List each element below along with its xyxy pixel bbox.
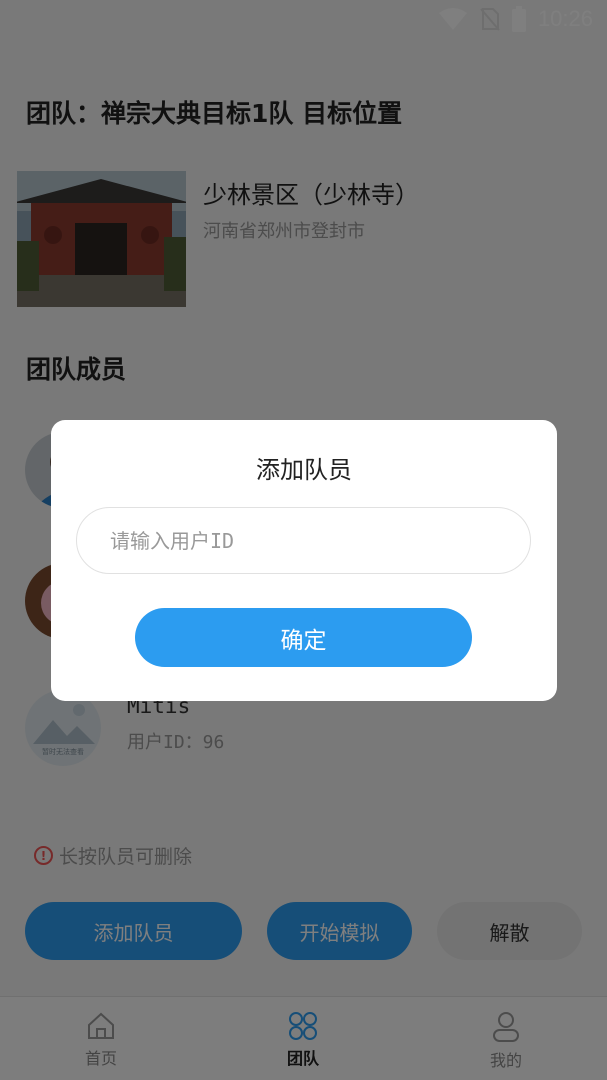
user-id-input[interactable] (76, 507, 531, 574)
add-member-dialog: 添加队员 确定 (51, 420, 557, 701)
dialog-title: 添加队员 (256, 456, 352, 484)
confirm-button[interactable]: 确定 (135, 608, 472, 667)
